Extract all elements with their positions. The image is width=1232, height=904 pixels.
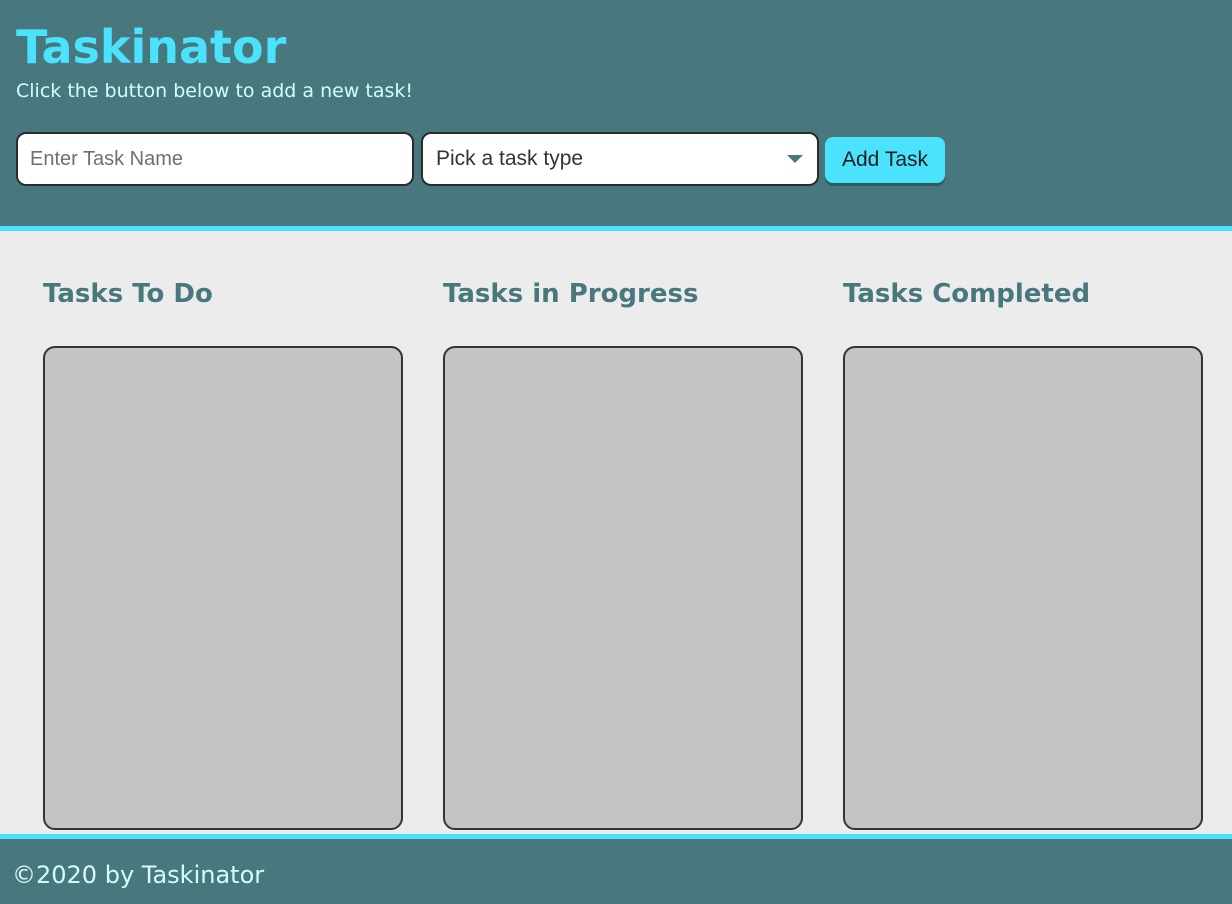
task-name-input[interactable] [16,132,414,186]
add-task-button[interactable]: Add Task [825,137,945,183]
tasks-to-do-list[interactable] [43,346,403,830]
page-footer: ©2020 by Taskinator [0,834,1232,904]
app-title: Taskinator [16,20,287,74]
page-header: Taskinator Click the button below to add… [0,0,1232,231]
task-type-select[interactable]: Pick a task type [421,132,819,186]
tasks-in-progress-title: Tasks in Progress [443,279,699,309]
chevron-down-icon [787,155,803,163]
tasks-to-do-title: Tasks To Do [43,279,213,309]
tasks-in-progress-list[interactable] [443,346,803,830]
task-type-selected-value: Pick a task type [436,147,584,170]
app-subtitle: Click the button below to add a new task… [16,80,413,102]
tasks-completed-title: Tasks Completed [843,279,1091,309]
tasks-completed-list[interactable] [843,346,1203,830]
footer-copyright: ©2020 by Taskinator [12,861,265,889]
